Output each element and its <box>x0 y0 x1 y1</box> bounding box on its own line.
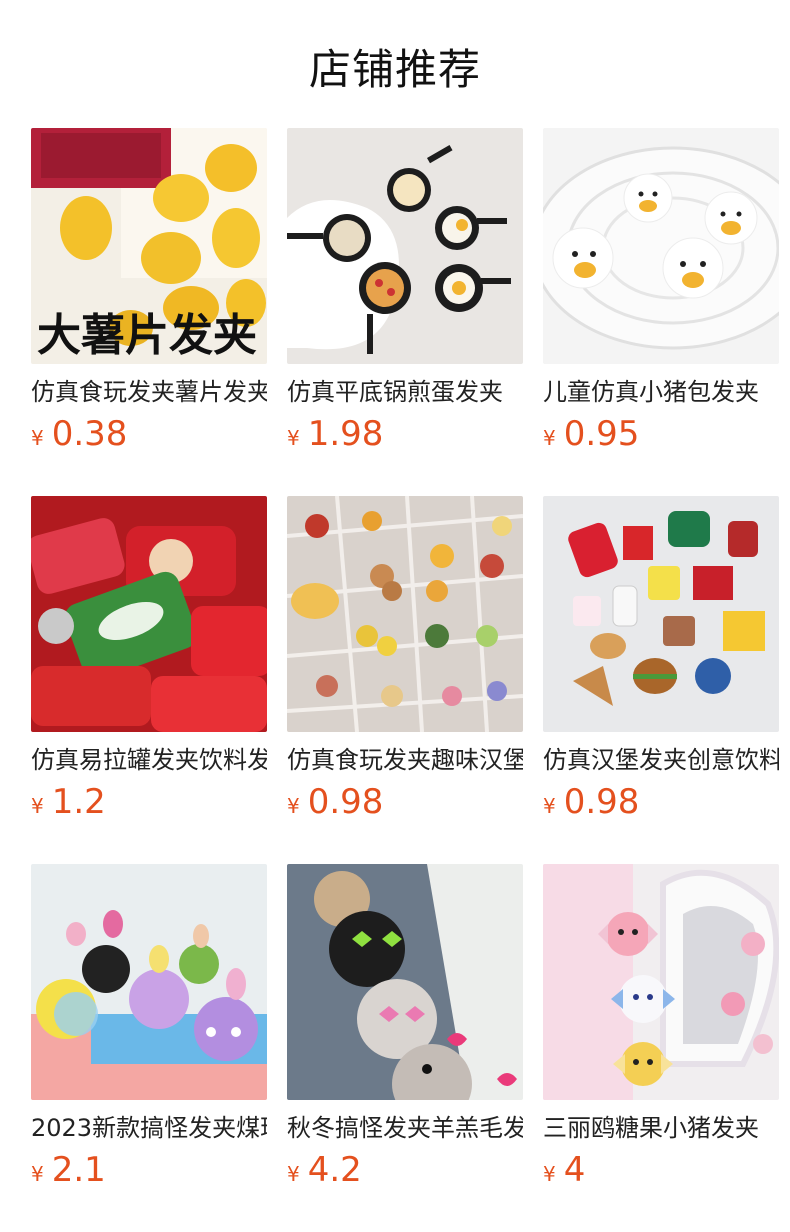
product-title[interactable]: 仿真食玩发夹趣味汉堡 <box>287 744 523 776</box>
product-title[interactable]: 儿童仿真小猪包发夹 <box>543 376 779 408</box>
product-image[interactable]: 大薯片发夹 <box>31 128 267 364</box>
currency-symbol: ¥ <box>543 794 556 818</box>
price-value: 0.95 <box>563 414 640 454</box>
price-value: 4 <box>563 1150 586 1190</box>
product-image[interactable] <box>31 864 267 1100</box>
product-image[interactable] <box>287 496 523 732</box>
currency-symbol: ¥ <box>287 794 300 818</box>
product-image[interactable] <box>543 128 779 364</box>
price-value: 1.2 <box>51 782 106 822</box>
product-price: ¥ 1.98 <box>287 414 523 458</box>
product-price: ¥ 1.2 <box>31 782 267 826</box>
currency-symbol: ¥ <box>543 426 556 450</box>
product-image[interactable] <box>287 128 523 364</box>
product-title[interactable]: 秋冬搞怪发夹羊羔毛发夹 <box>287 1112 523 1144</box>
product-title[interactable]: 仿真易拉罐发夹饮料发夹 <box>31 744 267 776</box>
product-image[interactable] <box>543 496 779 732</box>
price-value: 2.1 <box>51 1150 106 1190</box>
product-image[interactable] <box>287 864 523 1100</box>
price-value: 0.98 <box>563 782 640 822</box>
product-price: ¥ 2.1 <box>31 1150 267 1194</box>
product-card[interactable]: 秋冬搞怪发夹羊羔毛发夹 ¥ 4.2 <box>287 864 523 1232</box>
product-price: ¥ 0.98 <box>287 782 523 826</box>
product-image[interactable] <box>543 864 779 1100</box>
currency-symbol: ¥ <box>287 1162 300 1186</box>
product-card[interactable]: 仿真易拉罐发夹饮料发夹 ¥ 1.2 <box>31 496 267 864</box>
product-title[interactable]: 仿真食玩发夹薯片发夹 <box>31 376 267 408</box>
product-title[interactable]: 三丽鸥糖果小猪发夹 <box>543 1112 779 1144</box>
product-card[interactable]: 仿真食玩发夹趣味汉堡 ¥ 0.98 <box>287 496 523 864</box>
product-price: ¥ 4 <box>543 1150 779 1194</box>
price-value: 0.38 <box>51 414 128 454</box>
product-price: ¥ 0.38 <box>31 414 267 458</box>
currency-symbol: ¥ <box>31 794 44 818</box>
product-title[interactable]: 仿真平底锅煎蛋发夹 <box>287 376 523 408</box>
currency-symbol: ¥ <box>287 426 300 450</box>
product-card[interactable]: 仿真平底锅煎蛋发夹 ¥ 1.98 <box>287 128 523 496</box>
currency-symbol: ¥ <box>31 426 44 450</box>
image-caption: 大薯片发夹 <box>37 310 257 361</box>
price-value: 0.98 <box>307 782 384 822</box>
price-value: 4.2 <box>307 1150 362 1190</box>
product-title[interactable]: 仿真汉堡发夹创意饮料 <box>543 744 779 776</box>
product-card[interactable]: 仿真汉堡发夹创意饮料 ¥ 0.98 <box>543 496 779 864</box>
product-grid: 大薯片发夹 仿真食玩发夹薯片发夹 ¥ 0.38 仿真平底锅煎蛋发夹 ¥ 1.98… <box>31 128 779 1232</box>
currency-symbol: ¥ <box>543 1162 556 1186</box>
product-card[interactable]: 2023新款搞怪发夹煤球 ¥ 2.1 <box>31 864 267 1232</box>
product-title[interactable]: 2023新款搞怪发夹煤球 <box>31 1112 267 1144</box>
price-value: 1.98 <box>307 414 384 454</box>
product-image[interactable] <box>31 496 267 732</box>
product-card[interactable]: 大薯片发夹 仿真食玩发夹薯片发夹 ¥ 0.38 <box>31 128 267 496</box>
product-price: ¥ 4.2 <box>287 1150 523 1194</box>
product-card[interactable]: 三丽鸥糖果小猪发夹 ¥ 4 <box>543 864 779 1232</box>
product-price: ¥ 0.98 <box>543 782 779 826</box>
product-price: ¥ 0.95 <box>543 414 779 458</box>
section-title: 店铺推荐 <box>308 45 481 94</box>
currency-symbol: ¥ <box>31 1162 44 1186</box>
section-header: 店铺推荐 <box>0 0 790 128</box>
product-card[interactable]: 儿童仿真小猪包发夹 ¥ 0.95 <box>543 128 779 496</box>
